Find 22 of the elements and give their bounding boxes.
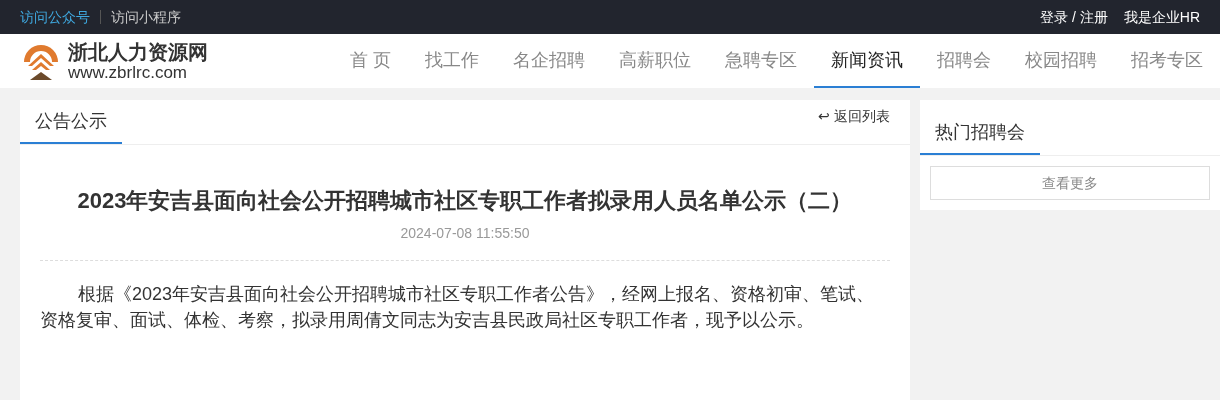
category-tab[interactable]: 公告公示	[20, 100, 122, 144]
article-date: 2024-07-08 11:55:50	[399, 224, 531, 243]
article-body: 根据《2023年安吉县面向社会公开招聘城市社区专职工作者公告》，经网上报名、资格初审、笔试、资格复审、面试、体检、考察，拟录用周倩文同志为安吉县民政局社区专职工作者，现予以公示。	[39, 283, 876, 332]
nav-tab[interactable]: 首 页	[333, 34, 408, 88]
nav-tab[interactable]: 高薪职位	[602, 34, 708, 88]
back-link[interactable]: ↩ 返回列表	[818, 106, 890, 127]
nav-tab[interactable]: 找工作	[408, 34, 496, 88]
nav-tab[interactable]: 急聘专区	[708, 34, 814, 88]
more-button[interactable]: 查看更多	[930, 166, 1210, 200]
nav-tab[interactable]: 校园招聘	[1008, 34, 1114, 88]
nav-tab[interactable]: 名企招聘	[496, 34, 602, 88]
logo-name: 浙北人力资源网	[68, 41, 208, 62]
hr-link[interactable]: 我是企业HR	[1123, 6, 1200, 28]
nav-tab[interactable]: 新闻资讯	[814, 34, 920, 88]
logo-url: www.zbrlrc.com	[68, 63, 188, 81]
nav-tab[interactable]: 招聘会	[920, 34, 1008, 88]
article-title: 2023年安吉县面向社会公开招聘城市社区专职工作者拟录用人员名单公示（二）	[76, 187, 854, 215]
top-link[interactable]: 访问小程序	[111, 6, 181, 28]
nav-tab[interactable]: 招考专区	[1114, 34, 1220, 88]
login-link[interactable]: 登录 / 注册	[1040, 6, 1108, 28]
top-link[interactable]: 访问公众号	[20, 6, 90, 28]
sidebar-title: 热门招聘会	[920, 111, 1040, 155]
